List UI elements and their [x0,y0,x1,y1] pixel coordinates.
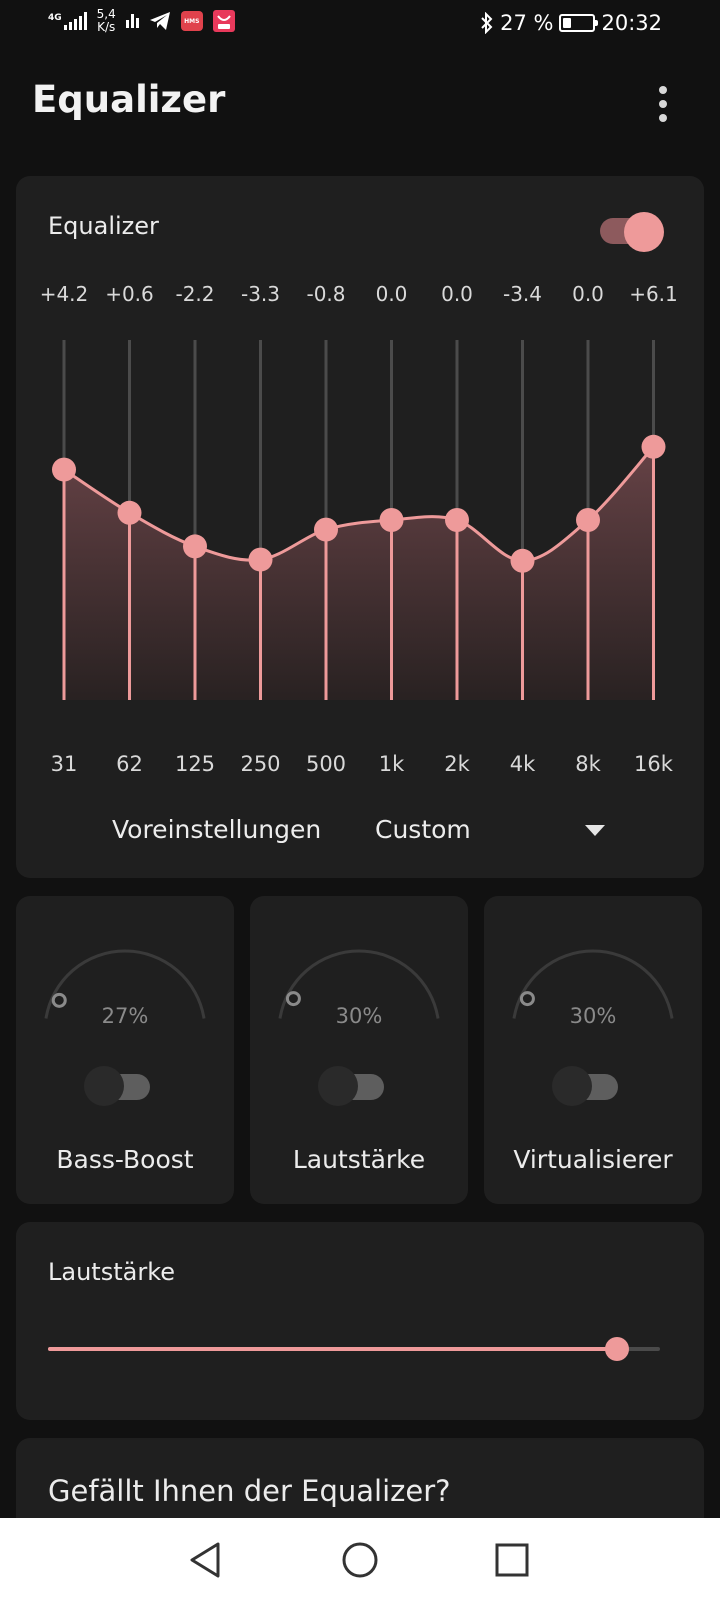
page-title: Equalizer [32,78,226,121]
band-slider-thumb-31[interactable] [52,457,76,482]
shopping-bag-icon [212,10,235,32]
back-icon[interactable] [184,1538,228,1582]
band-slider-thumb-16k[interactable] [641,434,666,459]
band-slider-thumb-125[interactable] [183,534,207,559]
hms-icon: HMS [180,11,203,31]
battery-percent: 27 % [500,11,554,35]
volume-title: Lautstärke [48,1258,175,1286]
wifi-bars-icon [125,14,139,28]
volume-slider-thumb[interactable] [605,1337,630,1361]
band-frequency-16k: 16k [634,752,673,776]
navigation-bar [0,1518,720,1600]
band-value-16k: +6.1 [629,282,678,306]
volume-slider[interactable] [48,1334,660,1364]
network-type: 4G [48,13,62,23]
band-slider-thumb-250[interactable] [248,547,273,572]
volume-slider-fill [48,1347,618,1351]
network-speed: 5,4 K/s [97,8,116,34]
preset-value: Custom [375,815,471,844]
effect-card-3: 30% Virtualisierer [484,896,702,1204]
band-slider-thumb-500[interactable] [314,517,338,542]
effect-card-2: 30% Lautstärke [250,896,468,1204]
band-slider-thumb-2k[interactable] [445,508,469,532]
equalizer-graph [52,340,666,700]
band-slider-thumb-1k[interactable] [379,508,404,532]
preset-dropdown[interactable]: Custom [375,810,615,850]
equalizer-card-title: Equalizer [48,212,159,240]
more-vertical-icon[interactable] [656,86,670,122]
speed-unit: K/s [97,20,116,34]
telegram-icon [149,12,170,30]
band-slider-thumb-8k[interactable] [576,508,600,532]
clock: 20:32 [601,11,662,35]
effect-toggle[interactable] [318,1064,386,1108]
knob-indicator-icon [285,991,301,1007]
equalizer-toggle[interactable] [600,208,668,252]
hms-badge-text: HMS [184,17,200,25]
equalizer-curve-fill [64,446,654,700]
bluetooth-icon [481,12,493,34]
effect-toggle[interactable] [552,1064,620,1108]
recent-apps-icon[interactable] [490,1538,534,1582]
effect-label: Bass-Boost [56,1145,194,1174]
volume-card: Lautstärke [16,1222,704,1420]
status-bar: 4G 5,4 K/s HMS 27 % 20:32 [0,0,720,50]
band-slider-thumb-4k[interactable] [510,548,535,573]
rating-title: Gefällt Ihnen der Equalizer? [48,1474,451,1508]
dropdown-arrow-icon [585,825,605,836]
band-slider-thumb-62[interactable] [117,500,142,525]
effect-label: Virtualisierer [513,1145,673,1174]
battery-icon [559,14,599,32]
effect-percent: 27% [101,1004,149,1028]
effect-card-1: 27% Bass-Boost [16,896,234,1204]
preset-label: Voreinstellungen [112,815,322,844]
effect-toggle[interactable] [84,1064,152,1108]
effect-percent: 30% [335,1004,383,1028]
effect-percent: 30% [569,1004,617,1028]
signal-icon: 4G [48,12,87,30]
knob-indicator-icon [519,991,535,1007]
home-icon[interactable] [338,1538,382,1582]
effect-label: Lautstärke [292,1145,426,1174]
